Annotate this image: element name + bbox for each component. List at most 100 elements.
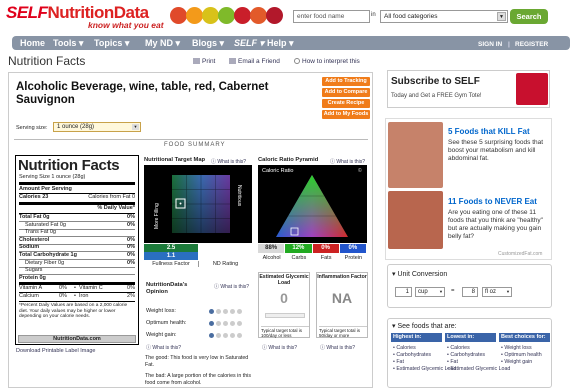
interpret-link[interactable]: How to interpret this bbox=[294, 58, 360, 65]
ad2-text: Are you eating one of these 11 foods tha… bbox=[448, 209, 543, 240]
nav-help[interactable]: Help ▾ bbox=[267, 37, 294, 49]
foods-col-link[interactable]: • Carbohydrates bbox=[393, 352, 431, 359]
unit-value[interactable]: 8 bbox=[462, 287, 478, 297]
star-icon bbox=[230, 321, 235, 326]
site-header: SELFNutritionData know what you eat ente… bbox=[0, 0, 580, 34]
foods-col-link[interactable]: • Estimated Glycemic Load bbox=[447, 366, 510, 373]
chevron-down-icon: ▾ bbox=[289, 38, 294, 48]
food-summary-title: FOOD SUMMARY bbox=[164, 142, 226, 148]
add-to-compare-button[interactable]: Add to Compare bbox=[322, 88, 370, 97]
nf-footnote: *Percent Daily Values are based on a 2,0… bbox=[19, 303, 128, 319]
star-icon bbox=[216, 309, 221, 314]
target-map-chart: More Filling Nutritious bbox=[144, 165, 252, 243]
nf-serving-size: Serving Size 1 ounce (28g) bbox=[19, 174, 86, 180]
search-in-label: in bbox=[371, 12, 376, 18]
category-select[interactable]: All food categories ▼ bbox=[380, 10, 508, 23]
fullness-label: Fullness Factor bbox=[152, 261, 190, 267]
unit-from-select[interactable]: cup ▼ bbox=[415, 287, 445, 297]
search-button[interactable]: Search bbox=[510, 9, 548, 24]
foods-col-link[interactable]: • Weight loss bbox=[501, 345, 532, 352]
star-icon bbox=[237, 333, 242, 338]
opinion-help-link[interactable]: ⓘ What is this? bbox=[146, 344, 181, 351]
star-icon bbox=[209, 333, 214, 338]
ad-credit: CustomizedFat.com bbox=[498, 251, 543, 257]
fullness-value: 2.5 bbox=[144, 244, 198, 252]
target-map-dot bbox=[179, 202, 182, 205]
page-title: Nutrition Facts bbox=[8, 54, 86, 68]
pyramid-copyright: © bbox=[358, 168, 362, 174]
foods-col-link[interactable]: • Optimum health bbox=[501, 352, 542, 359]
opinion-weight-gain-label: Weight gain: bbox=[146, 332, 177, 338]
nf-brand: NutritionData.com bbox=[18, 335, 136, 343]
target-map-whatis-link[interactable]: ⓘ What is this? bbox=[211, 158, 246, 165]
chevron-down-icon: ▾ bbox=[392, 271, 396, 278]
nf-row-dv: 0% bbox=[127, 214, 135, 220]
nav-my-nd[interactable]: My ND ▾ bbox=[145, 37, 180, 49]
create-recipe-button[interactable]: Create Recipe bbox=[322, 99, 370, 108]
pyramid-inner-label: Caloric Ratio bbox=[262, 168, 294, 174]
glycemic-whatis-link[interactable]: ⓘ What is this? bbox=[262, 344, 297, 351]
register-link[interactable]: REGISTER bbox=[515, 39, 548, 51]
foods-col-link[interactable]: • Weight gain bbox=[501, 359, 532, 366]
add-to-tracking-button[interactable]: Add to Tracking bbox=[322, 77, 370, 86]
nf-row-label: Sugars bbox=[25, 267, 43, 274]
ad1-title[interactable]: 5 Foods that KILL Fat bbox=[448, 127, 530, 136]
foods-col-link[interactable]: • Fat bbox=[447, 359, 458, 366]
inflammation-card: Inflammation Factor NA Typical target to… bbox=[316, 272, 368, 338]
pyramid-whatis-link[interactable]: ⓘ What is this? bbox=[330, 158, 365, 165]
email-friend-link[interactable]: Email a Friend bbox=[229, 58, 280, 65]
star-icon bbox=[223, 333, 228, 338]
pyramid-value-fats: 0% bbox=[312, 244, 339, 253]
download-label-link[interactable]: Download Printable Label Image bbox=[16, 348, 96, 354]
foods-ad[interactable]: 5 Foods that KILL Fat See these 5 surpri… bbox=[385, 118, 552, 260]
add-to-my-foods-button[interactable]: Add to My Foods bbox=[322, 110, 370, 119]
tomato-icon bbox=[170, 7, 187, 24]
nav-home[interactable]: Home bbox=[20, 37, 45, 49]
opinion-whatis-link[interactable]: ⓘ What is this? bbox=[214, 283, 249, 290]
unit-qty-input[interactable]: 1 bbox=[395, 287, 412, 297]
lemon-icon bbox=[202, 7, 219, 24]
nd-rating-value: 1.1 bbox=[144, 252, 198, 260]
ad2-title[interactable]: 11 Foods to NEVER Eat bbox=[448, 197, 537, 206]
unit-equals: = bbox=[451, 288, 455, 294]
nf-vitamin-c-value: 0% bbox=[127, 285, 135, 291]
star-icon bbox=[230, 333, 235, 338]
nutrition-facts-label: Nutrition Facts Serving Size 1 ounce (28… bbox=[15, 155, 139, 345]
nav-tools[interactable]: Tools ▾ bbox=[53, 37, 83, 49]
sign-in-link[interactable]: SIGN IN bbox=[478, 39, 502, 51]
help-icon: ⓘ bbox=[146, 345, 152, 351]
foods-col-link[interactable]: • Carbohydrates bbox=[447, 352, 485, 359]
opinion-star-rating bbox=[209, 321, 244, 326]
nf-row-label: Saturated Fat 0g bbox=[25, 221, 66, 228]
see-foods-title: See foods that are: bbox=[397, 323, 457, 330]
nav-blogs-label: Blogs bbox=[192, 38, 218, 48]
unit-to-select[interactable]: fl oz ▼ bbox=[482, 287, 512, 297]
nav-blogs[interactable]: Blogs ▾ bbox=[192, 37, 224, 49]
star-icon bbox=[223, 321, 228, 326]
foods-col-link[interactable]: • Fat bbox=[393, 359, 404, 366]
nf-divider bbox=[19, 301, 135, 302]
nf-iron: Iron bbox=[79, 293, 89, 299]
main-nav: Home Tools ▾ Topics ▾ My ND ▾ Blogs ▾ SE… bbox=[12, 36, 570, 50]
nf-mineral-row: Calcium 0% • Iron 2% bbox=[19, 293, 135, 300]
pyramid-label-alcohol: Alcohol bbox=[262, 255, 281, 261]
foods-col-link[interactable]: • Calories bbox=[447, 345, 470, 352]
self-subscribe-ad[interactable]: Subscribe to SELF Today and Get a FREE G… bbox=[387, 70, 550, 108]
nf-row: Protein 0g bbox=[19, 275, 135, 282]
inflammation-whatis-link[interactable]: ⓘ What is this? bbox=[320, 344, 355, 351]
nav-topics[interactable]: Topics ▾ bbox=[94, 37, 129, 49]
nf-calories-row: Calories 23 Calories from Fat 0 bbox=[19, 194, 135, 201]
foods-col-link[interactable]: • Calories bbox=[393, 345, 416, 352]
serving-size-select[interactable]: 1 ounce (28g) ▼ bbox=[53, 122, 141, 132]
email-label: Email a Friend bbox=[238, 58, 280, 65]
nf-vitamin-a-value: 0% bbox=[59, 285, 67, 291]
search-input[interactable]: enter food name bbox=[293, 10, 370, 23]
nf-row: Cholesterol 0% bbox=[19, 237, 135, 244]
nav-self-label: SELF bbox=[234, 38, 258, 48]
inflammation-title: Inflammation Factor bbox=[317, 274, 367, 280]
pyramid-value-protein: 0% bbox=[339, 244, 366, 253]
print-link[interactable]: Print bbox=[193, 58, 215, 65]
site-logo[interactable]: SELFNutritionData bbox=[6, 4, 149, 21]
chevron-down-icon: ▾ bbox=[78, 38, 84, 48]
nav-self[interactable]: SELF ▾ bbox=[234, 37, 264, 49]
